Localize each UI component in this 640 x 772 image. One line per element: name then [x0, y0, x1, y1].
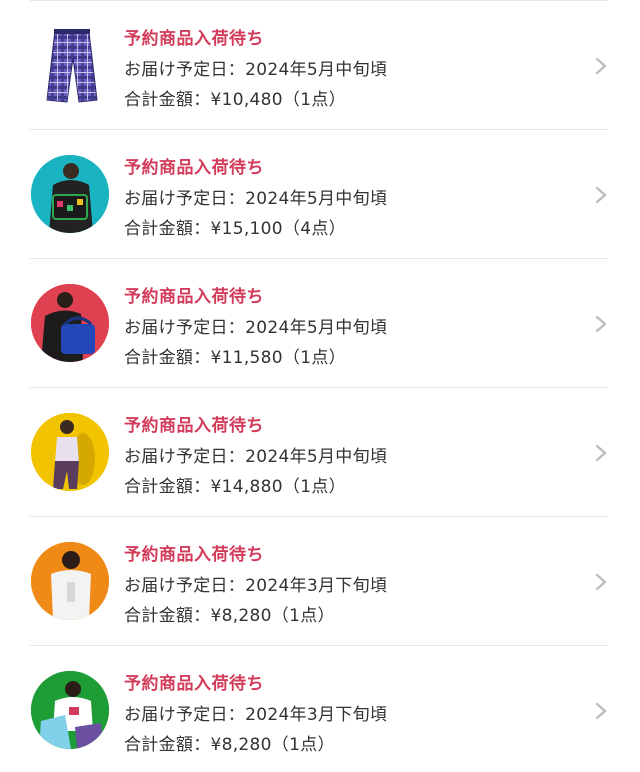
- order-total: 合計金額：¥15,100（4点）: [124, 219, 346, 239]
- product-thumbnail: [31, 284, 109, 362]
- order-row[interactable]: 予約商品入荷待ち お届け予定日：2024年5月中旬頃 合計金額：¥11,580（…: [0, 258, 640, 387]
- chevron-right-icon: [593, 444, 609, 462]
- row-divider: [30, 129, 608, 130]
- chevron-right-icon: [593, 186, 609, 204]
- row-divider: [30, 516, 608, 517]
- model-photo: [31, 413, 109, 491]
- chevron-right-icon: [593, 57, 609, 75]
- product-thumbnail: [31, 671, 109, 749]
- order-total: 合計金額：¥11,580（1点）: [124, 348, 346, 368]
- order-row[interactable]: 予約商品入荷待ち お届け予定日：2024年5月中旬頃 合計金額：¥14,880（…: [0, 387, 640, 516]
- product-thumbnail: [31, 413, 109, 491]
- order-list: 予約商品入荷待ち お届け予定日：2024年5月中旬頃 合計金額：¥10,480（…: [0, 0, 640, 772]
- delivery-date: お届け予定日：2024年5月中旬頃: [124, 447, 388, 467]
- chevron-right-icon: [593, 315, 609, 333]
- model-photo: [31, 155, 109, 233]
- order-status: 予約商品入荷待ち: [124, 674, 264, 694]
- product-thumbnail: [31, 155, 109, 233]
- order-row[interactable]: 予約商品入荷待ち お届け予定日：2024年3月下旬頃 合計金額：¥8,280（1…: [0, 516, 640, 645]
- plaid-pants-image: [46, 29, 98, 103]
- product-thumbnail: [31, 26, 109, 104]
- delivery-date: お届け予定日：2024年3月下旬頃: [124, 705, 388, 725]
- delivery-date: お届け予定日：2024年5月中旬頃: [124, 189, 388, 209]
- order-total: 合計金額：¥8,280（1点）: [124, 735, 335, 755]
- model-photo: [31, 284, 109, 362]
- order-status: 予約商品入荷待ち: [124, 416, 264, 436]
- model-photo: [31, 542, 109, 620]
- row-divider: [30, 0, 608, 1]
- chevron-right-icon: [593, 702, 609, 720]
- order-total: 合計金額：¥8,280（1点）: [124, 606, 335, 626]
- order-total: 合計金額：¥10,480（1点）: [124, 90, 346, 110]
- order-status: 予約商品入荷待ち: [124, 545, 264, 565]
- order-status: 予約商品入荷待ち: [124, 158, 264, 178]
- row-divider: [30, 645, 608, 646]
- model-photo: [31, 671, 109, 749]
- order-row[interactable]: 予約商品入荷待ち お届け予定日：2024年5月中旬頃 合計金額：¥15,100（…: [0, 129, 640, 258]
- delivery-date: お届け予定日：2024年5月中旬頃: [124, 60, 388, 80]
- order-row[interactable]: 予約商品入荷待ち お届け予定日：2024年5月中旬頃 合計金額：¥10,480（…: [0, 0, 640, 129]
- order-status: 予約商品入荷待ち: [124, 287, 264, 307]
- delivery-date: お届け予定日：2024年3月下旬頃: [124, 576, 388, 596]
- product-thumbnail: [31, 542, 109, 620]
- row-divider: [30, 387, 608, 388]
- order-row[interactable]: 予約商品入荷待ち お届け予定日：2024年3月下旬頃 合計金額：¥8,280（1…: [0, 645, 640, 772]
- delivery-date: お届け予定日：2024年5月中旬頃: [124, 318, 388, 338]
- chevron-right-icon: [593, 573, 609, 591]
- order-status: 予約商品入荷待ち: [124, 29, 264, 49]
- order-total: 合計金額：¥14,880（1点）: [124, 477, 346, 497]
- row-divider: [30, 258, 608, 259]
